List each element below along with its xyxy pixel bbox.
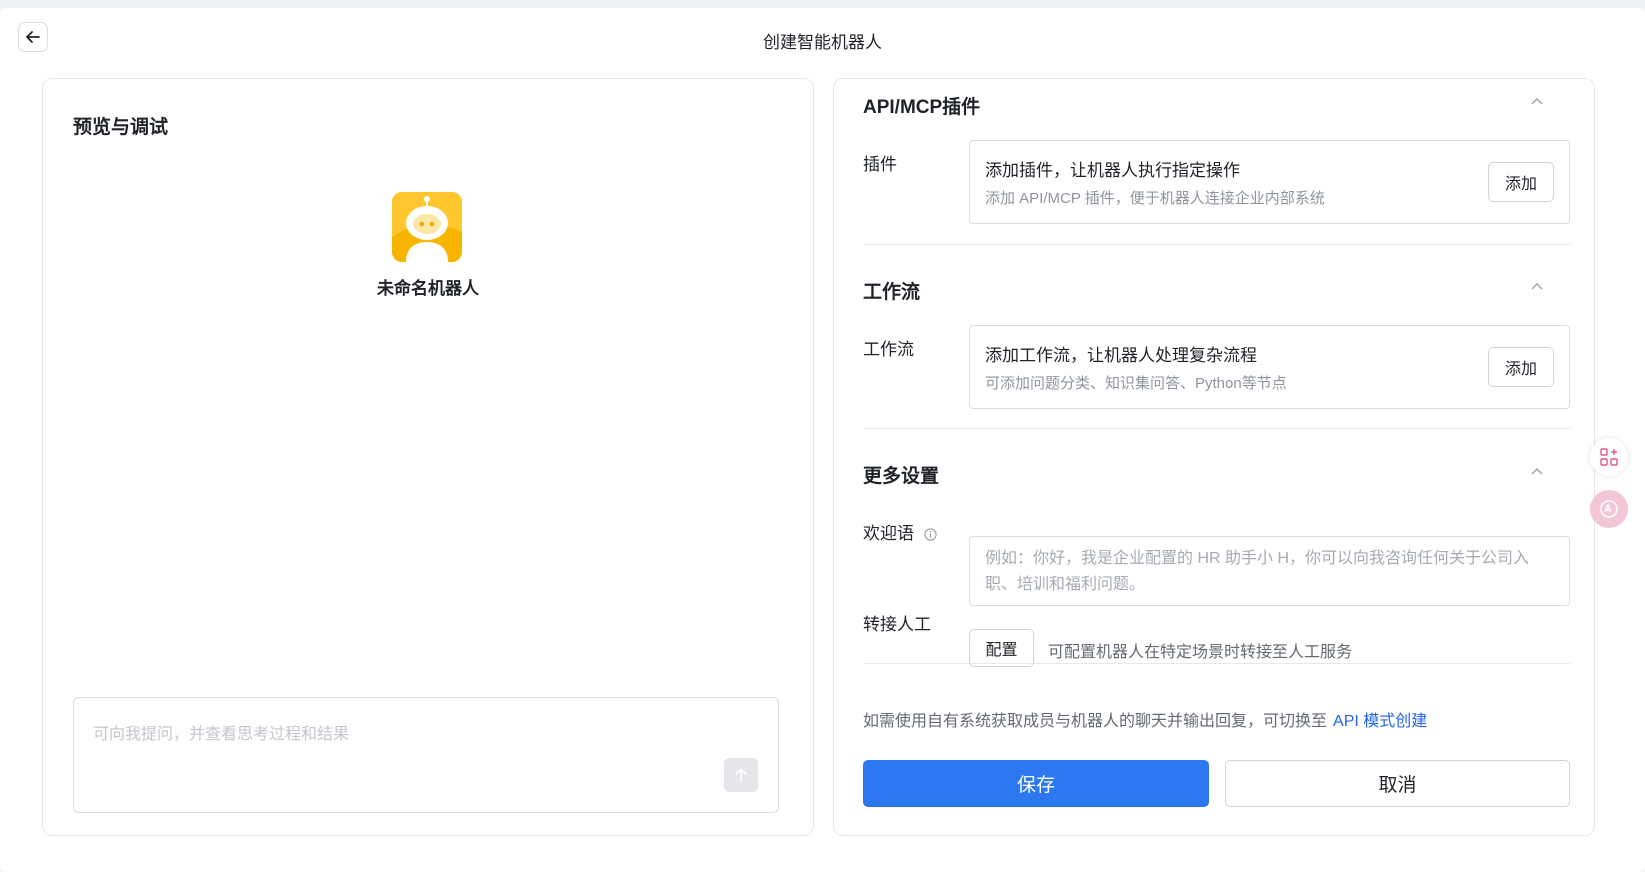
preview-panel: 预览与调试 未命名机器人 可向我提问，并查看思考过程和结果 (42, 78, 814, 836)
bot-avatar (392, 192, 462, 262)
apps-grid-icon (1600, 448, 1618, 466)
translate-icon (1600, 500, 1618, 518)
cancel-button[interactable]: 取消 (1225, 760, 1570, 807)
bot-name: 未命名机器人 (377, 279, 479, 298)
handoff-config-button[interactable]: 配置 (969, 629, 1034, 667)
add-plugin-button[interactable]: 添加 (1488, 162, 1554, 202)
divider (863, 663, 1570, 664)
chat-input[interactable]: 可向我提问，并查看思考过程和结果 (73, 697, 779, 813)
api-mode-note: 如需使用自有系统获取成员与机器人的聊天并输出回复，可切换至 API 模式创建 (863, 707, 1427, 731)
send-button[interactable] (724, 758, 758, 792)
app-window: 创建智能机器人 预览与调试 未命名机器人 可向我提问，并查看思考过程和结果 AP… (0, 8, 1645, 872)
workflow-label: 工作流 (863, 340, 914, 359)
workflow-card-desc: 可添加问题分类、知识集问答、Python等节点 (985, 375, 1287, 392)
handoff-label: 转接人工 (863, 615, 931, 634)
preview-title: 预览与调试 (73, 117, 169, 138)
save-button[interactable]: 保存 (863, 760, 1209, 807)
plugins-label: 插件 (863, 155, 897, 174)
plugins-card-title: 添加插件，让机器人执行指定操作 (985, 161, 1240, 180)
chat-placeholder: 可向我提问，并查看思考过程和结果 (93, 726, 350, 743)
plugins-card: 添加插件，让机器人执行指定操作 添加 API/MCP 插件，便于机器人连接企业内… (969, 140, 1570, 224)
welcome-label-row: 欢迎语 (863, 519, 937, 544)
workflow-section-title: 工作流 (863, 282, 921, 303)
page-title: 创建智能机器人 (763, 33, 882, 52)
chevron-up-icon[interactable] (1529, 463, 1545, 479)
add-workflow-button[interactable]: 添加 (1488, 347, 1554, 387)
welcome-label: 欢迎语 (863, 524, 914, 543)
divider (863, 428, 1570, 429)
handoff-desc: 可配置机器人在特定场景时转接至人工服务 (1048, 644, 1353, 661)
arrow-up-icon (735, 768, 747, 782)
chevron-up-icon[interactable] (1529, 93, 1545, 109)
chevron-up-icon[interactable] (1529, 278, 1545, 294)
translate-button[interactable] (1590, 490, 1628, 528)
workflow-card-title: 添加工作流，让机器人处理复杂流程 (985, 346, 1257, 365)
settings-panel: API/MCP插件 插件 添加插件，让机器人执行指定操作 添加 API/MCP … (833, 78, 1595, 836)
plugins-section-title: API/MCP插件 (863, 97, 981, 118)
more-section-title: 更多设置 (863, 466, 940, 487)
api-note-text: 如需使用自有系统获取成员与机器人的聊天并输出回复，可切换至 (863, 713, 1328, 730)
plugins-card-desc: 添加 API/MCP 插件，便于机器人连接企业内部系统 (985, 190, 1325, 207)
divider (863, 244, 1570, 245)
apps-grid-button[interactable] (1590, 438, 1628, 476)
workflow-card: 添加工作流，让机器人处理复杂流程 可添加问题分类、知识集问答、Python等节点… (969, 325, 1570, 409)
info-circle-icon[interactable] (924, 528, 937, 541)
api-mode-link[interactable]: API 模式创建 (1333, 713, 1427, 730)
welcome-input[interactable]: 例如：你好，我是企业配置的 HR 助手小 H，你可以向我咨询任何关于公司入职、培… (969, 536, 1570, 606)
